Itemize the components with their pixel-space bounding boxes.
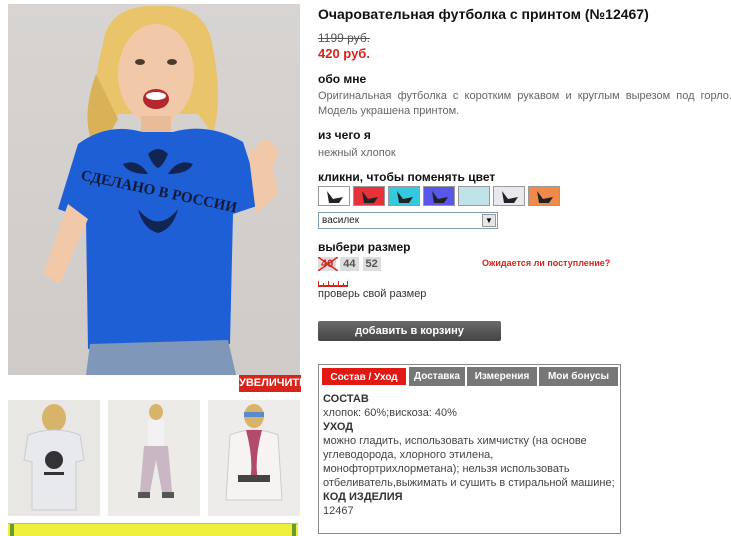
- care-text: можно гладить, использовать химчистку (н…: [323, 435, 615, 489]
- strip-marker: [292, 524, 296, 536]
- color-swatch[interactable]: [458, 186, 490, 206]
- strip-marker: [10, 524, 14, 536]
- color-swatch[interactable]: [388, 186, 420, 206]
- color-heading: кликни, чтобы поменять цвет: [318, 170, 496, 184]
- size-option[interactable]: 52: [362, 257, 381, 271]
- size-option-unavailable[interactable]: 40: [318, 257, 338, 271]
- add-to-cart-button[interactable]: добавить в корзину: [318, 321, 501, 341]
- care-title: УХОД: [323, 421, 354, 433]
- color-swatches: [318, 186, 560, 206]
- code-text: 12467: [323, 505, 354, 517]
- size-option[interactable]: 44: [340, 257, 359, 271]
- color-select[interactable]: василек ▼: [318, 212, 498, 229]
- color-swatch[interactable]: [353, 186, 385, 206]
- about-heading: обо мне: [318, 72, 367, 86]
- product-details-tabs: Состав / Уход Доставка Измерения Мои бон…: [318, 364, 621, 534]
- thumbnail-jacket-outfit[interactable]: [208, 400, 300, 516]
- size-heading: выбери размер: [318, 240, 411, 254]
- material-heading: из чего я: [318, 128, 371, 142]
- ruler-icon: [318, 281, 348, 287]
- code-title: КОД ИЗДЕЛИЯ: [323, 491, 403, 503]
- chevron-down-icon[interactable]: ▼: [482, 214, 496, 227]
- bottom-banner-strip: [8, 523, 298, 536]
- new-price: 420 руб.: [318, 46, 370, 61]
- tab-content: СОСТАВ хлопок: 60%;вискоза: 40% УХОД мож…: [319, 386, 620, 518]
- composition-title: СОСТАВ: [323, 393, 369, 405]
- color-select-value: василек: [322, 215, 360, 226]
- color-swatch[interactable]: [528, 186, 560, 206]
- old-price: 1199 руб.: [318, 31, 371, 45]
- main-product-photo[interactable]: СДЕЛАНО В РОССИИ: [8, 4, 300, 375]
- tab-measurements[interactable]: Измерения: [467, 367, 537, 386]
- size-options: 40 44 52: [318, 257, 381, 271]
- composition-text: хлопок: 60%;вискоза: 40%: [323, 407, 457, 419]
- color-swatch[interactable]: [423, 186, 455, 206]
- check-size-link[interactable]: проверь свой размер: [318, 288, 426, 300]
- color-swatch[interactable]: [493, 186, 525, 206]
- availability-notify-link[interactable]: Ожидается ли поступление?: [482, 258, 610, 268]
- thumbnail-full-outfit[interactable]: [108, 400, 200, 516]
- zoom-button[interactable]: УВЕЛИЧИТЬ: [239, 375, 307, 392]
- about-text: Оригинальная футболка с коротким рукавом…: [318, 90, 731, 117]
- tab-bonuses[interactable]: Мои бонусы: [539, 367, 618, 386]
- material-text: нежный хлопок: [318, 147, 396, 159]
- tab-composition-care[interactable]: Состав / Уход: [321, 367, 407, 386]
- product-title: Очаровательная футболка с принтом (№1246…: [318, 6, 649, 22]
- thumbnail-back-view[interactable]: [8, 400, 100, 516]
- color-swatch[interactable]: [318, 186, 350, 206]
- tab-delivery[interactable]: Доставка: [409, 367, 465, 386]
